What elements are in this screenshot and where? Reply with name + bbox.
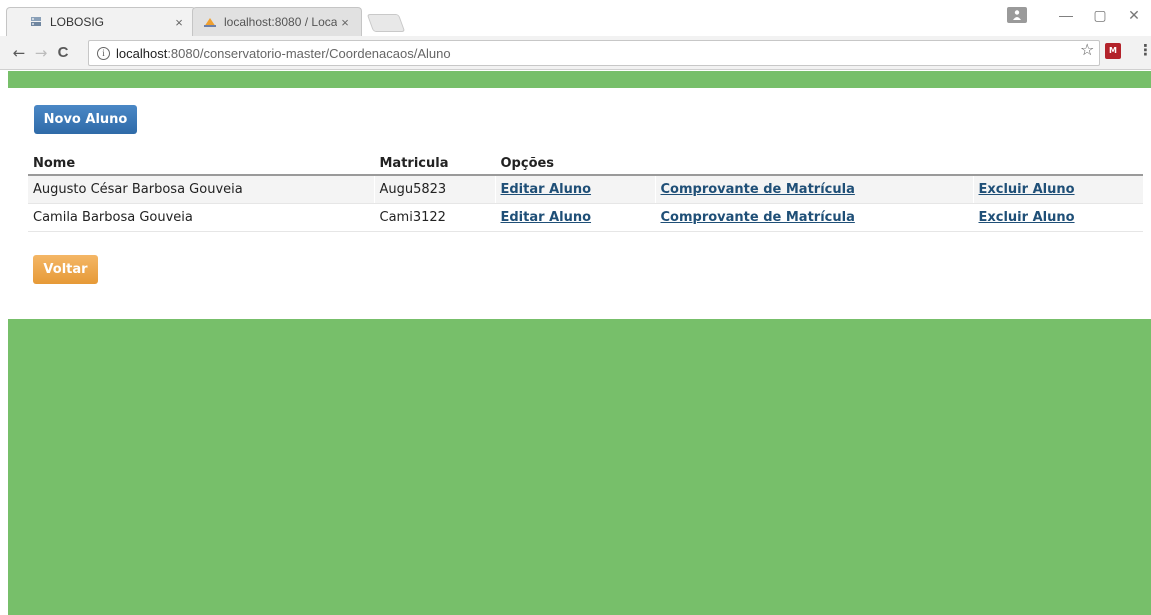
tab-title: LOBOSIG [50, 15, 105, 29]
address-bar[interactable]: i localhost:8080/conservatorio-master/Co… [88, 40, 1100, 66]
edit-student-link[interactable]: Editar Aluno [501, 182, 592, 197]
header-banner [8, 71, 1151, 88]
window-controls: — ▢ ✕ [1007, 0, 1151, 30]
site-info-icon[interactable]: i [97, 46, 110, 60]
minimize-icon[interactable]: — [1049, 7, 1083, 23]
edit-cell: Editar Aluno [494, 203, 655, 232]
delete-student-link[interactable]: Excluir Aluno [979, 210, 1075, 225]
back-button[interactable]: Voltar [33, 255, 98, 284]
student-matricula: Cami3122 [373, 203, 495, 232]
header-nome: Nome [28, 152, 374, 176]
forward-arrow-icon[interactable]: → [30, 44, 52, 62]
browser-toolbar: ← → C i localhost:8080/conservatorio-mas… [0, 36, 1151, 70]
reload-icon[interactable]: C [52, 44, 74, 61]
edit-cell: Editar Aluno [494, 175, 655, 204]
table-row: Augusto César Barbosa Gouveia Augu5823 E… [28, 175, 1143, 204]
browser-menu-icon[interactable]: ⋮ [1138, 41, 1151, 59]
table-header-row: Nome Matricula Opções [28, 152, 1143, 176]
student-name: Augusto César Barbosa Gouveia [28, 175, 374, 204]
enrollment-receipt-link[interactable]: Comprovante de Matrícula [661, 210, 855, 225]
footer-band [8, 319, 1151, 615]
header-empty [654, 152, 973, 176]
students-table: Nome Matricula Opções Augusto César Barb… [28, 152, 1143, 232]
tab-close-icon[interactable]: × [171, 15, 187, 30]
delete-cell: Excluir Aluno [972, 203, 1143, 232]
phpmyadmin-icon [203, 15, 217, 29]
extension-icon[interactable]: M [1105, 43, 1121, 59]
bookmark-star-icon[interactable]: ☆ [1080, 40, 1094, 59]
edit-student-link[interactable]: Editar Aluno [501, 210, 592, 225]
header-matricula: Matricula [373, 152, 495, 176]
delete-cell: Excluir Aluno [972, 175, 1143, 204]
page-viewport: Novo Aluno Nome Matricula Opções Augusto… [8, 71, 1151, 615]
enrollment-receipt-link[interactable]: Comprovante de Matrícula [661, 182, 855, 197]
receipt-cell: Comprovante de Matrícula [654, 175, 973, 204]
header-empty [972, 152, 1143, 176]
table-row: Camila Barbosa Gouveia Cami3122 Editar A… [28, 203, 1143, 232]
tab-strip: LOBOSIG × localhost:8080 / Local Da × — … [0, 0, 1151, 36]
close-window-icon[interactable]: ✕ [1117, 7, 1151, 24]
delete-student-link[interactable]: Excluir Aluno [979, 182, 1075, 197]
tab-localhost[interactable]: localhost:8080 / Local Da × [192, 7, 362, 36]
header-opcoes: Opções [494, 152, 655, 176]
student-matricula: Augu5823 [373, 175, 495, 204]
url-host: localhost [116, 45, 168, 61]
tab-lobosig[interactable]: LOBOSIG × [6, 7, 196, 36]
user-profile-icon[interactable] [1007, 7, 1027, 23]
maximize-icon[interactable]: ▢ [1083, 7, 1117, 24]
back-arrow-icon[interactable]: ← [8, 44, 30, 62]
server-icon [29, 15, 43, 29]
receipt-cell: Comprovante de Matrícula [654, 203, 973, 232]
main-content: Novo Aluno Nome Matricula Opções Augusto… [8, 88, 1151, 319]
new-tab-button[interactable] [366, 14, 406, 32]
tab-close-icon[interactable]: × [337, 15, 353, 30]
url-path: :8080/conservatorio-master/Coordenacaos/… [167, 45, 451, 61]
tab-title: localhost:8080 / Local Da [224, 15, 337, 29]
student-name: Camila Barbosa Gouveia [28, 203, 374, 232]
new-student-button[interactable]: Novo Aluno [34, 105, 137, 134]
